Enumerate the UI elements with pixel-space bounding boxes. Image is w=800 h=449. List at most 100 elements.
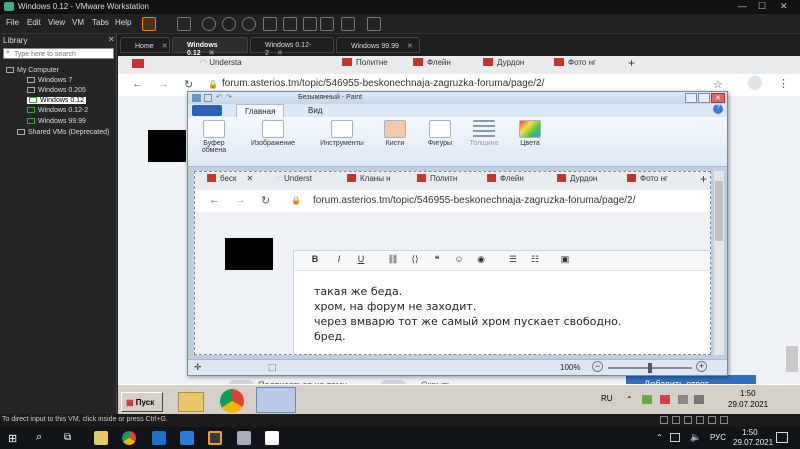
- menu-view[interactable]: View: [48, 18, 65, 27]
- device-hdd-icon[interactable]: [660, 416, 668, 424]
- tray-expand-icon[interactable]: ⌃: [626, 395, 633, 404]
- snapshot-icon[interactable]: [202, 17, 216, 31]
- guest-address-bar[interactable]: forum.asterios.tm/topic/546955-beskonech…: [222, 78, 722, 92]
- tab-windows-9999[interactable]: Windows 99.99 ✕: [336, 37, 420, 53]
- guest-clock-time[interactable]: 1:50: [740, 389, 756, 398]
- tree-item-shared-vms[interactable]: Shared VMs (Deprecated): [17, 129, 109, 136]
- close-library-icon[interactable]: ✕: [108, 35, 115, 44]
- notepad-taskbar-icon[interactable]: [265, 431, 279, 445]
- chrome-icon[interactable]: [122, 431, 136, 445]
- revert-snapshot-icon[interactable]: [222, 17, 236, 31]
- paint-menu-button[interactable]: [192, 105, 222, 116]
- tab-home[interactable]: Home ✕: [120, 37, 170, 53]
- device-network-icon[interactable]: [684, 416, 692, 424]
- notifications-icon[interactable]: [776, 432, 788, 443]
- network-icon[interactable]: [678, 395, 688, 404]
- paint-canvas[interactable]: беск ✕ ◌ Underst Кланы н Политн Флейн Дур…: [194, 171, 711, 355]
- zoom-out-button[interactable]: −: [592, 361, 603, 372]
- tray-app-icon[interactable]: [642, 395, 652, 404]
- close-tab-icon[interactable]: ✕: [407, 43, 413, 50]
- start-button[interactable]: ▦ Пуск: [121, 392, 163, 412]
- undo-icon[interactable]: ↶: [216, 93, 222, 101]
- menu-vm[interactable]: VM: [72, 18, 84, 27]
- tree-item-windows-9999[interactable]: Windows 99.99: [27, 118, 86, 125]
- ribbon-tab-home[interactable]: Главная: [236, 104, 285, 117]
- search-icon[interactable]: ⌕: [36, 431, 42, 444]
- forward-icon[interactable]: →: [158, 78, 169, 90]
- tree-item-windows-012[interactable]: Windows 0.12: [27, 97, 86, 104]
- minimize-button[interactable]: —: [738, 1, 747, 11]
- stretch-view-icon[interactable]: [367, 17, 381, 31]
- volume-icon[interactable]: [694, 395, 704, 404]
- close-tab-icon[interactable]: ✕: [162, 43, 168, 50]
- menu-file[interactable]: File: [6, 18, 19, 27]
- device-usb-icon[interactable]: [696, 416, 704, 424]
- menu-help[interactable]: Help: [115, 18, 131, 27]
- guest-tab[interactable]: Дурдон: [483, 58, 524, 72]
- guest-tab[interactable]: Политне: [342, 58, 388, 72]
- network-icon[interactable]: [670, 433, 680, 442]
- device-sound-icon[interactable]: [708, 416, 716, 424]
- save-icon[interactable]: [204, 94, 212, 102]
- group-brushes[interactable]: Кисти: [378, 120, 412, 164]
- chrome-icon[interactable]: [220, 389, 244, 413]
- host-clock-date[interactable]: 29.07.2021: [733, 438, 773, 447]
- windows-start-icon[interactable]: ⊞: [8, 432, 17, 445]
- guest-tab[interactable]: ◠ Understa: [200, 58, 242, 72]
- volume-icon[interactable]: 🔈: [690, 432, 701, 443]
- tree-item-my-computer[interactable]: My Computer: [6, 67, 59, 74]
- group-clipboard[interactable]: Буфер обмена: [194, 120, 234, 164]
- zoom-in-button[interactable]: +: [696, 361, 707, 372]
- group-size[interactable]: Толщина: [462, 120, 506, 164]
- reload-icon[interactable]: ↻: [184, 78, 193, 91]
- menu-tabs[interactable]: Tabs: [92, 18, 109, 27]
- redo-icon[interactable]: ↷: [226, 93, 232, 101]
- host-language-indicator[interactable]: РУС: [710, 433, 726, 442]
- group-colors[interactable]: Цвета: [512, 120, 548, 164]
- tray-expand-icon[interactable]: ⌃: [656, 433, 663, 442]
- zoom-slider-thumb[interactable]: [648, 363, 652, 373]
- paint-close-button[interactable]: ✕: [711, 93, 725, 103]
- bookmark-star-icon[interactable]: ☆: [713, 78, 723, 91]
- group-image[interactable]: Изображение: [240, 120, 306, 164]
- tree-item-windows-0205[interactable]: Windows 0.205: [27, 87, 86, 94]
- paint-minimize-button[interactable]: [685, 93, 697, 103]
- browser-menu-icon[interactable]: ⋮: [778, 77, 789, 90]
- canvas-vertical-scrollbar[interactable]: [714, 171, 724, 355]
- tab-windows-012-2[interactable]: Windows 0.12-2 ✕: [250, 37, 334, 57]
- new-tab-icon[interactable]: +: [628, 56, 635, 70]
- explorer-icon[interactable]: [178, 392, 204, 412]
- mail-icon[interactable]: [152, 431, 166, 445]
- store-icon[interactable]: [180, 431, 194, 445]
- guest-clock-date[interactable]: 29.07.2021: [728, 400, 768, 409]
- maximize-button[interactable]: ☐: [758, 1, 766, 12]
- vmware-taskbar-icon[interactable]: [208, 431, 222, 445]
- tray-app-icon[interactable]: [660, 395, 670, 404]
- menu-edit[interactable]: Edit: [27, 18, 41, 27]
- help-icon[interactable]: ?: [713, 104, 723, 114]
- show-library-icon[interactable]: [263, 17, 277, 31]
- thumbnail-bar-icon[interactable]: [283, 17, 297, 31]
- device-cd-icon[interactable]: [672, 416, 680, 424]
- guest-scrollbar[interactable]: [786, 346, 798, 372]
- full-screen-icon[interactable]: [303, 17, 317, 31]
- task-view-icon[interactable]: ⧉: [64, 432, 71, 443]
- guest-tab[interactable]: Фото нг: [554, 58, 596, 72]
- back-icon[interactable]: ←: [132, 78, 143, 90]
- group-tools[interactable]: Инструменты: [310, 120, 374, 164]
- unity-icon[interactable]: [320, 17, 334, 31]
- snapshot-manager-icon[interactable]: [242, 17, 256, 31]
- profile-avatar-icon[interactable]: [748, 76, 762, 90]
- close-button[interactable]: ✕: [780, 1, 788, 12]
- console-view-icon[interactable]: [341, 17, 355, 31]
- paint-taskbar-icon[interactable]: [256, 387, 296, 413]
- pause-icon[interactable]: [142, 17, 156, 31]
- host-clock-time[interactable]: 1:50: [742, 428, 758, 437]
- app-taskbar-icon[interactable]: [237, 431, 251, 445]
- send-ctrl-alt-del-icon[interactable]: [177, 17, 191, 31]
- zoom-slider[interactable]: [608, 363, 692, 373]
- paint-maximize-button[interactable]: [698, 93, 710, 103]
- tab-windows-012[interactable]: Windows 0.12 ✕: [172, 37, 248, 57]
- tree-item-windows-7[interactable]: Windows 7: [27, 77, 72, 84]
- paint-window[interactable]: ↶ ↷ Безымянный - Paint ✕ Главная Вид ? Б…: [187, 91, 728, 376]
